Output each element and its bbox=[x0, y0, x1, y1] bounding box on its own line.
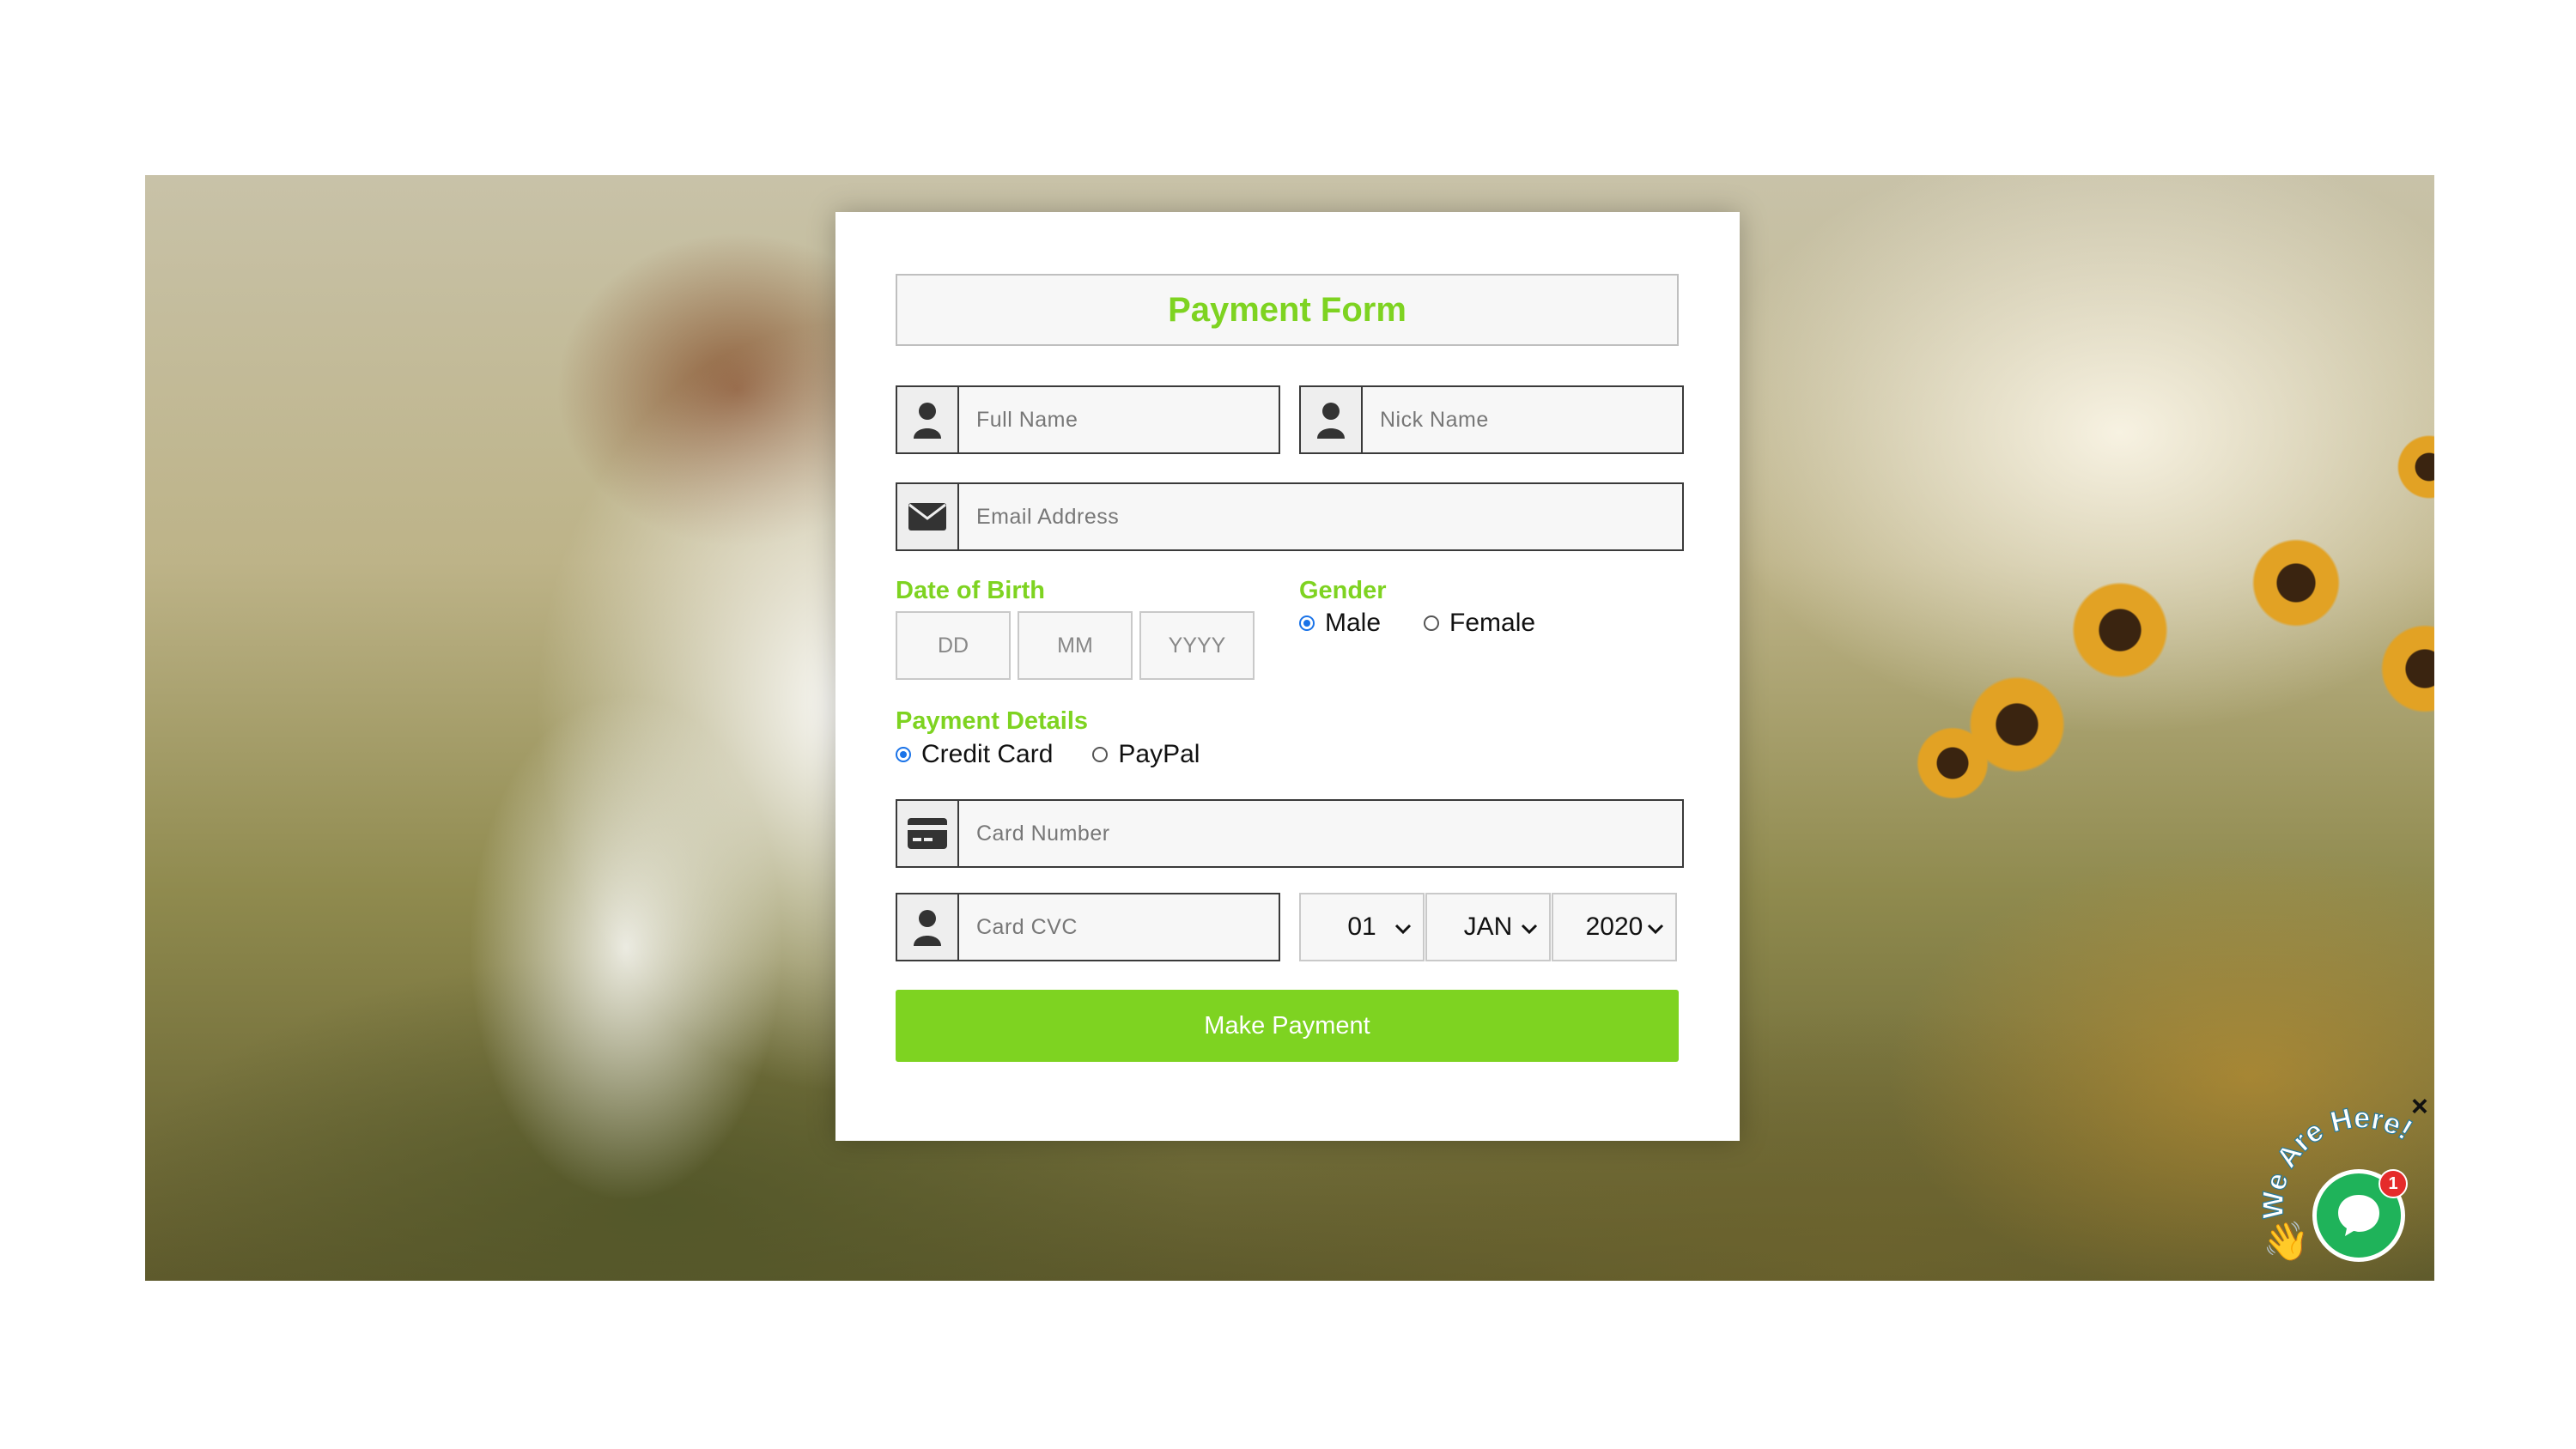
payment-details-label: Payment Details bbox=[896, 707, 1089, 735]
chat-widget: × We Are Here! 👋 1 bbox=[2258, 1090, 2456, 1288]
full-name-input[interactable] bbox=[959, 387, 1279, 452]
card-cvc-input[interactable] bbox=[959, 894, 1279, 960]
form-title: Payment Form bbox=[896, 274, 1679, 346]
gender-female-label: Female bbox=[1449, 609, 1536, 637]
expiry-day-value: 01 bbox=[1347, 912, 1376, 941]
card-cvc-field bbox=[896, 893, 1280, 961]
user-icon bbox=[897, 387, 959, 452]
payment-paypal-option[interactable]: PayPal bbox=[1092, 740, 1200, 769]
expiry-year-value: 2020 bbox=[1585, 912, 1643, 941]
expiry-month-value: JAN bbox=[1463, 912, 1513, 941]
dob-day-input[interactable] bbox=[896, 611, 1011, 680]
notification-badge: 1 bbox=[2379, 1169, 2408, 1198]
paypal-label: PayPal bbox=[1118, 740, 1200, 768]
gender-female-radio[interactable] bbox=[1424, 615, 1440, 631]
card-number-input[interactable] bbox=[959, 801, 1682, 866]
nick-name-input[interactable] bbox=[1363, 387, 1682, 452]
expiry-day-select[interactable]: 01 bbox=[1299, 893, 1425, 961]
credit-card-label: Credit Card bbox=[921, 740, 1054, 768]
gender-female-option[interactable]: Female bbox=[1424, 609, 1535, 638]
chat-bubble-icon bbox=[2338, 1195, 2379, 1236]
expiry-year-select[interactable]: 2020 bbox=[1552, 893, 1677, 961]
dob-label: Date of Birth bbox=[896, 577, 1045, 604]
gender-male-label: Male bbox=[1325, 609, 1382, 637]
paypal-radio[interactable] bbox=[1092, 747, 1109, 762]
payment-method-radio-group: Credit Card PayPal bbox=[896, 740, 1200, 769]
email-field bbox=[896, 482, 1684, 551]
nick-name-field bbox=[1299, 385, 1684, 454]
email-input[interactable] bbox=[959, 484, 1682, 549]
make-payment-button[interactable]: Make Payment bbox=[896, 990, 1679, 1062]
payment-credit-card-option[interactable]: Credit Card bbox=[896, 740, 1053, 769]
chevron-down-icon bbox=[1647, 924, 1664, 935]
envelope-icon bbox=[897, 484, 959, 549]
user-icon bbox=[1301, 387, 1363, 452]
dob-month-input[interactable] bbox=[1018, 611, 1133, 680]
gender-male-option[interactable]: Male bbox=[1299, 609, 1381, 638]
gender-label: Gender bbox=[1299, 577, 1387, 604]
user-icon bbox=[897, 894, 959, 960]
chevron-down-icon bbox=[1521, 924, 1538, 935]
waving-hand-icon: 👋 bbox=[2263, 1221, 2310, 1263]
chevron-down-icon bbox=[1394, 924, 1412, 935]
credit-card-icon bbox=[897, 801, 959, 866]
expiry-month-select[interactable]: JAN bbox=[1425, 893, 1551, 961]
gender-radio-group: Male Female bbox=[1299, 609, 1535, 638]
full-name-field bbox=[896, 385, 1280, 454]
payment-form: Payment Form Date of Birth Gender Male F… bbox=[835, 212, 1740, 1141]
dob-year-input[interactable] bbox=[1139, 611, 1255, 680]
credit-card-radio[interactable] bbox=[896, 747, 911, 762]
gender-male-radio[interactable] bbox=[1299, 615, 1315, 631]
card-number-field bbox=[896, 799, 1684, 868]
